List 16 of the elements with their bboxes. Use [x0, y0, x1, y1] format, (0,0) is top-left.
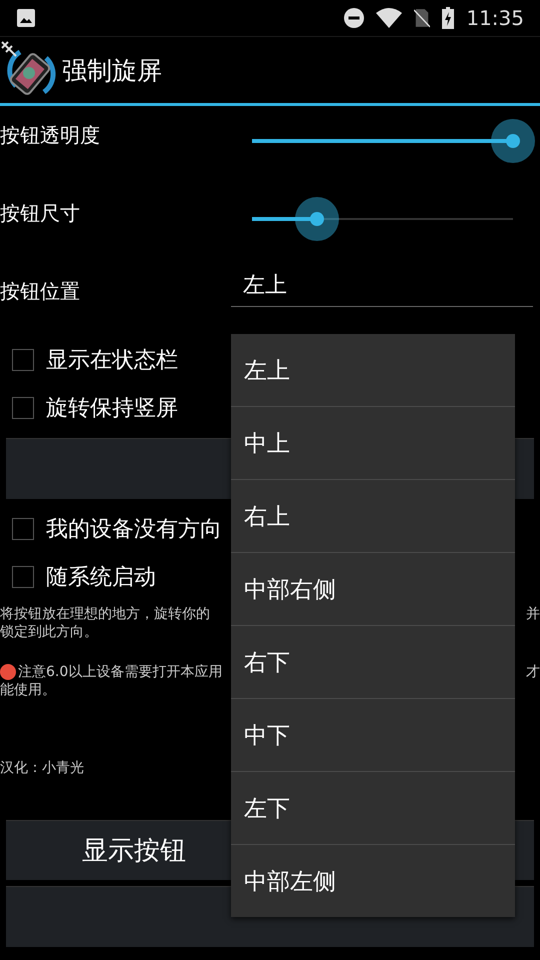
app-title: 强制旋屏 [62, 54, 162, 86]
setting-label: 按钮位置 [0, 278, 80, 305]
clock-time: 11:35 [466, 6, 524, 30]
credit-text: 汉化：小青光 [0, 759, 84, 777]
setting-label: 按钮透明度 [0, 122, 100, 149]
description-text: 锁定到此方向。 [0, 623, 99, 641]
checkbox-label: 随系统启动 [46, 564, 156, 592]
setting-label: 按钮尺寸 [0, 200, 80, 227]
checkbox-label: 旋转保持竖屏 [46, 395, 178, 423]
notice-text: 才 [526, 663, 540, 681]
notice-text: 注意6.0以上设备需要打开本应用 [18, 663, 222, 681]
description-text: 将按钮放在理想的地方，旋转你的 [0, 605, 210, 623]
checkbox-label: 我的设备没有方向 [46, 516, 222, 544]
checkbox-label: 显示在状态栏 [46, 347, 178, 375]
notice-text: 能使用。 [0, 681, 57, 699]
description-text: 并 [526, 605, 540, 623]
